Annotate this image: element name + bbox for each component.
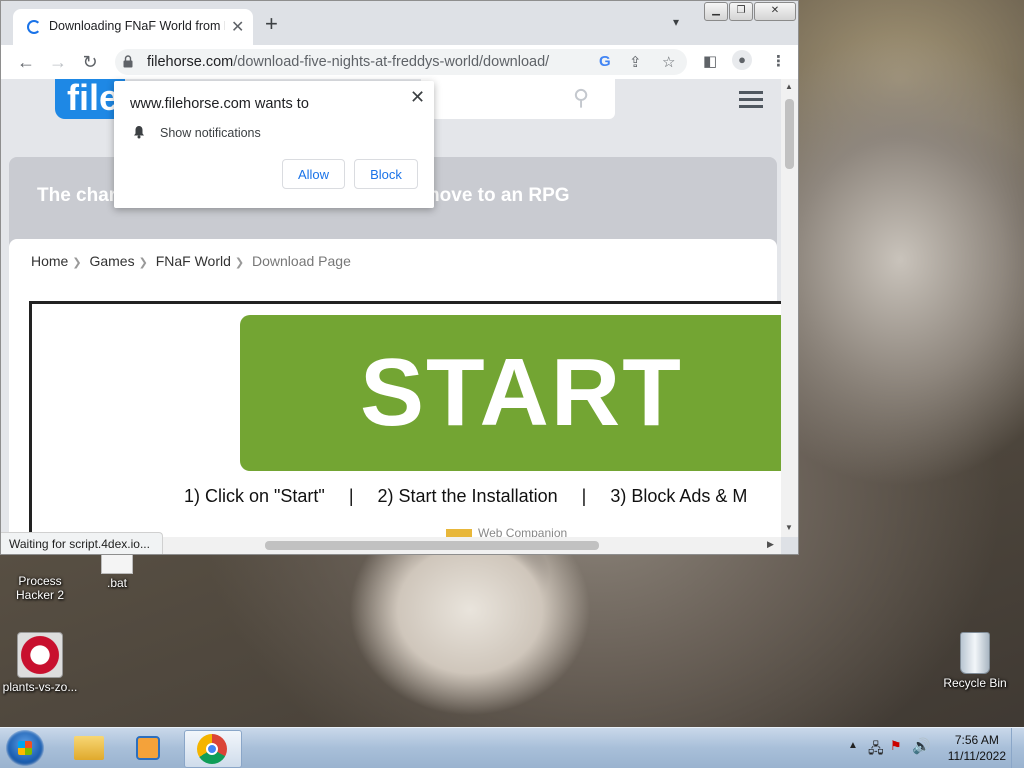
desktop-icon-label: plants-vs-zo... bbox=[2, 680, 78, 694]
bell-icon bbox=[134, 126, 144, 139]
forward-button[interactable]: → bbox=[47, 51, 69, 73]
side-panel-icon[interactable]: ◧ bbox=[703, 52, 717, 70]
zip-installer-icon bbox=[17, 632, 63, 678]
ad-steps: 1) Click on "Start" | 2) Start the Install… bbox=[184, 486, 747, 507]
network-icon[interactable]: 🖧 bbox=[868, 738, 884, 762]
folder-icon bbox=[74, 736, 104, 760]
banner-text-left: The char bbox=[37, 185, 117, 206]
permission-text: Show notifications bbox=[160, 126, 261, 140]
tray-expand-arrow-icon[interactable]: ▲ bbox=[848, 740, 858, 751]
share-icon[interactable]: ⇪ bbox=[629, 53, 642, 71]
ad-step-1: 1) Click on "Start" bbox=[184, 486, 325, 506]
search-icon[interactable]: ⚲ bbox=[573, 85, 589, 111]
ad-step-3: 3) Block Ads & M bbox=[610, 486, 748, 506]
notification-permission-popup: www.filehorse.com wants to ✕ Show notifi… bbox=[114, 81, 434, 208]
scroll-up-arrow-icon[interactable]: ▲ bbox=[785, 82, 793, 91]
lock-icon[interactable] bbox=[123, 55, 133, 68]
desktop-icon-label: Recycle Bin bbox=[943, 676, 1007, 690]
status-bubble: Waiting for script.4dex.io... bbox=[1, 532, 163, 554]
allow-button[interactable]: Allow bbox=[282, 159, 345, 189]
restore-button[interactable]: ❐ bbox=[729, 2, 753, 21]
media-player-icon bbox=[136, 736, 160, 760]
system-tray: ▲ 🖧 ⚑ 🔊 7:56 AM 11/11/2022 bbox=[834, 728, 1024, 768]
clock-time: 7:56 AM bbox=[954, 733, 999, 747]
breadcrumb-home[interactable]: Home bbox=[31, 253, 68, 269]
ad-step-2: 2) Start the Installation bbox=[377, 486, 558, 506]
breadcrumb-fnaf-world[interactable]: FNaF World bbox=[156, 253, 231, 269]
back-button[interactable]: ← bbox=[15, 51, 37, 73]
close-window-button[interactable]: ✕ bbox=[754, 2, 796, 21]
start-button[interactable] bbox=[6, 730, 44, 766]
reload-button[interactable]: ↻ bbox=[79, 51, 101, 73]
google-lens-g-icon[interactable]: G bbox=[599, 53, 611, 70]
desktop-icon-label: Process bbox=[18, 574, 62, 588]
address-bar[interactable]: filehorse.com/download-five-nights-at-fr… bbox=[115, 49, 687, 75]
bookmark-star-icon[interactable]: ☆ bbox=[662, 53, 675, 71]
menu-kebab-icon[interactable]: ⋮ bbox=[771, 52, 786, 70]
show-desktop-button[interactable] bbox=[1011, 728, 1024, 768]
minimize-button[interactable]: ▁ bbox=[704, 2, 728, 21]
desktop-icon-recycle-bin[interactable]: Recycle Bin bbox=[935, 632, 1015, 690]
vertical-scrollbar[interactable]: ▲ ▼ bbox=[781, 79, 798, 537]
site-search-box[interactable]: ⚲ bbox=[421, 79, 615, 119]
desktop-icon-label: .bat bbox=[106, 576, 127, 590]
close-tab-icon[interactable]: ✕ bbox=[231, 17, 244, 37]
browser-toolbar: ← → ↻ filehorse.com/download-five-nights… bbox=[1, 45, 798, 79]
breadcrumb: Home ❯ Games ❯ FNaF World ❯ Download Page bbox=[31, 253, 351, 269]
content-card: Home ❯ Games ❯ FNaF World ❯ Download Page S… bbox=[9, 239, 781, 537]
volume-icon[interactable]: 🔊 bbox=[912, 737, 931, 755]
clock-date: 11/11/2022 bbox=[947, 749, 1006, 763]
block-button[interactable]: Block bbox=[354, 159, 418, 189]
ad-separator: | bbox=[581, 486, 587, 506]
tab-strip: Downloading FNaF World from F ✕ + ▾ ▁ ❐ … bbox=[1, 1, 798, 45]
taskbar-explorer-button[interactable] bbox=[62, 730, 118, 766]
scroll-right-arrow-icon[interactable]: ▶ bbox=[767, 539, 774, 550]
breadcrumb-games[interactable]: Games bbox=[89, 253, 134, 269]
desktop-icon-plants-vs-zombies[interactable]: plants-vs-zo... bbox=[0, 632, 80, 694]
scroll-down-arrow-icon[interactable]: ▼ bbox=[785, 523, 793, 532]
breadcrumb-current: Download Page bbox=[252, 253, 351, 269]
desktop-icon-process-hacker[interactable]: Process Hacker 2 bbox=[0, 548, 80, 602]
browser-window: Downloading FNaF World from F ✕ + ▾ ▁ ❐ … bbox=[0, 0, 799, 555]
popup-title: www.filehorse.com wants to bbox=[130, 96, 309, 112]
hamburger-menu-icon[interactable] bbox=[739, 91, 763, 109]
taskbar: ▲ 🖧 ⚑ 🔊 7:56 AM 11/11/2022 bbox=[0, 727, 1024, 768]
advertisement[interactable]: START 1) Click on "Start" | 2) Start the I… bbox=[29, 301, 781, 537]
chrome-icon-center bbox=[206, 743, 218, 755]
horizontal-scroll-thumb[interactable] bbox=[265, 541, 599, 550]
taskbar-media-player-button[interactable] bbox=[122, 730, 178, 766]
loading-spinner-icon bbox=[27, 20, 41, 34]
browser-tab[interactable]: Downloading FNaF World from F ✕ bbox=[13, 9, 253, 45]
ad-start-button[interactable]: START bbox=[240, 315, 781, 471]
chevron-right-icon: ❯ bbox=[72, 257, 82, 269]
vertical-scroll-thumb[interactable] bbox=[785, 99, 794, 169]
ad-separator: | bbox=[348, 486, 354, 506]
desktop-icon-label: Hacker 2 bbox=[15, 588, 65, 602]
url-path: /download-five-nights-at-freddys-world/d… bbox=[233, 54, 550, 70]
banner-text-right: move to an RPG bbox=[422, 185, 570, 206]
tab-search-chevron-icon[interactable]: ▾ bbox=[673, 15, 679, 29]
chevron-right-icon: ❯ bbox=[138, 257, 148, 269]
web-companion-logo: Web Companion bbox=[446, 526, 567, 537]
url-text[interactable]: filehorse.com/download-five-nights-at-fr… bbox=[147, 54, 549, 70]
taskbar-clock[interactable]: 7:56 AM 11/11/2022 bbox=[948, 732, 1006, 764]
close-icon[interactable]: ✕ bbox=[410, 87, 425, 108]
action-center-flag-icon[interactable]: ⚑ bbox=[890, 738, 902, 754]
tab-title: Downloading FNaF World from F bbox=[49, 19, 225, 33]
recycle-bin-icon bbox=[960, 632, 990, 674]
taskbar-chrome-button[interactable] bbox=[184, 730, 242, 768]
new-tab-button[interactable]: + bbox=[265, 13, 278, 35]
url-domain: filehorse.com bbox=[147, 54, 234, 70]
profile-avatar-icon[interactable]: ● bbox=[732, 50, 752, 70]
chevron-right-icon: ❯ bbox=[234, 257, 245, 269]
